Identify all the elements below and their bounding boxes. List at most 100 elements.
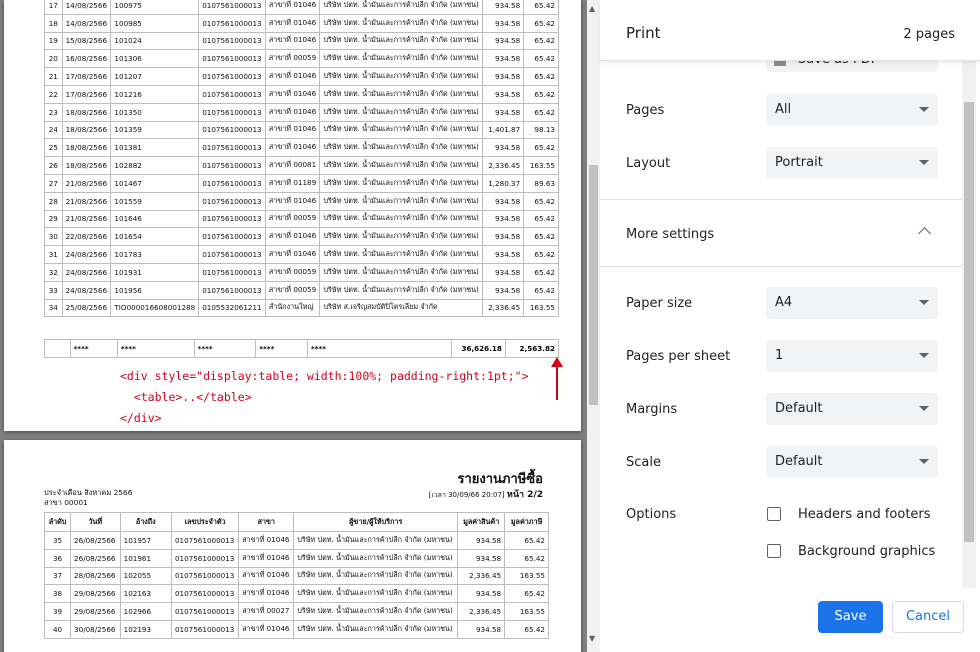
table-cell: 18/08/2566 bbox=[61, 138, 112, 158]
table-cell: 0107561000013 bbox=[170, 602, 240, 621]
dropdown-caret-icon bbox=[919, 300, 929, 305]
table-cell: บริษัท ปตท. น้ำมันและการค้าปลีก จำกัด (ม… bbox=[319, 13, 484, 33]
table-row: 24 18/08/2566 101359 0107561000013 สาขาที่ 0… bbox=[44, 120, 559, 140]
dropdown-caret-icon bbox=[919, 406, 929, 411]
dropdown-caret-icon bbox=[919, 160, 929, 165]
preview-scroll-thumb[interactable] bbox=[589, 165, 598, 405]
table-cell: 934.58 bbox=[457, 584, 506, 604]
table-cell: 934.58 bbox=[482, 191, 525, 211]
table-cell: 0107561000013 bbox=[170, 619, 240, 639]
scroll-down-icon[interactable]: ▼ bbox=[589, 634, 595, 643]
table-cell: 18/08/2566 bbox=[61, 120, 112, 140]
table-cell: 1,280.37 bbox=[482, 173, 525, 193]
table-cell: 29 bbox=[44, 209, 63, 229]
table-cell: 34 bbox=[44, 298, 63, 318]
total-cell: **** bbox=[116, 339, 195, 358]
table-cell: บริษัท ปตท. น้ำมันและการค้าปลีก จำกัด (ม… bbox=[319, 245, 484, 264]
pages-label: Pages bbox=[626, 103, 665, 118]
table-row: 21 17/08/2566 101207 0107561000013 สาขาที่ 0… bbox=[44, 67, 559, 86]
background-graphics-label[interactable]: Background graphics bbox=[798, 544, 935, 559]
settings-scroll-thumb[interactable] bbox=[964, 102, 974, 542]
cancel-button[interactable]: Cancel bbox=[892, 601, 964, 633]
table-cell: บริษัท ปตท. น้ำมันและการค้าปลีก จำกัด (ม… bbox=[319, 0, 484, 15]
dropdown-caret-icon bbox=[919, 107, 929, 112]
table-cell: 18/08/2566 bbox=[61, 156, 112, 175]
preview-scrollbar[interactable]: ▲ ▼ bbox=[587, 0, 600, 652]
table-cell: 101646 bbox=[110, 209, 200, 229]
headers-footers-label[interactable]: Headers and footers bbox=[798, 507, 931, 522]
table-cell: 0107561000013 bbox=[198, 280, 266, 300]
margins-select[interactable]: Default bbox=[766, 393, 938, 425]
table-cell: 21/08/2566 bbox=[61, 209, 112, 229]
scroll-up-icon[interactable]: ▲ bbox=[589, 4, 595, 13]
table-cell: 22/08/2566 bbox=[61, 227, 112, 247]
table-cell: บริษัท ปตท. น้ำมันและการค้าปลีก จำกัด (ม… bbox=[319, 67, 484, 86]
table-cell: 934.58 bbox=[482, 227, 525, 247]
table-cell: บริษัท ปตท. น้ำมันและการค้าปลีก จำกัด (ม… bbox=[319, 120, 484, 140]
paper-size-value: A4 bbox=[775, 295, 793, 310]
table-cell: 14/08/2566 bbox=[61, 0, 112, 15]
paper-size-select[interactable]: A4 bbox=[766, 287, 938, 319]
table-cell: 101961 bbox=[119, 548, 172, 568]
table-cell: บริษัท ปตท. น้ำมันและการค้าปลีก จำกัด (ม… bbox=[293, 584, 459, 604]
table-cell: 101654 bbox=[110, 227, 200, 247]
table-cell: สาขาที่ 00059 bbox=[264, 209, 321, 229]
table-row: 27 21/08/2566 101467 0107561000013 สาขาที่ 0… bbox=[44, 173, 559, 193]
table-cell: สาขา bbox=[238, 512, 295, 532]
table-cell: 31 bbox=[44, 245, 63, 264]
table-cell: มูลค่าสินค้า bbox=[457, 512, 506, 532]
totals-row: **** **** **** **** **** 36,626.18 2,563.82 bbox=[44, 339, 560, 358]
settings-scrollbar[interactable] bbox=[962, 60, 976, 588]
table-cell: 934.58 bbox=[482, 262, 525, 282]
total-cell: **** bbox=[193, 339, 257, 358]
table-cell: 22 bbox=[44, 84, 63, 104]
save-button[interactable]: Save bbox=[818, 601, 883, 633]
table-header-row: ลำดับ วันที่ อ้างถึง เลขประจำตัว สาขา ผู้ขาย/… bbox=[43, 512, 549, 532]
table-cell: 0107561000013 bbox=[170, 566, 240, 586]
table-cell: 934.58 bbox=[482, 0, 525, 15]
table-row: 34 25/08/2566 TIO000016608001288 0105532061… bbox=[44, 298, 559, 318]
table-cell: สาขาที่ 01046 bbox=[264, 31, 321, 51]
table-row: 28 21/08/2566 101559 0107561000013 สาขาที่ 0… bbox=[44, 191, 559, 211]
table-cell: 163.55 bbox=[523, 298, 559, 318]
total-cell: 36,626.18 bbox=[451, 339, 506, 358]
table-row: 30 22/08/2566 101654 0107561000013 สาขาที่ 0… bbox=[44, 227, 559, 247]
table-cell: 65.42 bbox=[504, 531, 549, 550]
table-cell: 934.58 bbox=[482, 245, 525, 264]
table-row: 35 26/08/2566 101957 0107561000013 สาขาที่ 0… bbox=[43, 531, 549, 550]
table-cell: 934.58 bbox=[482, 49, 525, 69]
scale-value: Default bbox=[775, 454, 823, 469]
layout-select[interactable]: Portrait bbox=[766, 147, 938, 179]
preview-page-2: รายงานภาษีซื้อ ประจำเดือน สิงหาคม 2566 ส… bbox=[4, 440, 581, 652]
pages-per-sheet-select[interactable]: 1 bbox=[766, 340, 938, 372]
more-settings-toggle[interactable]: More settings bbox=[626, 227, 714, 242]
table-cell: สาขาที่ 01046 bbox=[264, 191, 321, 211]
table-cell: สาขาที่ 00059 bbox=[264, 262, 321, 282]
background-graphics-checkbox[interactable] bbox=[767, 544, 781, 558]
table-cell: เลขประจำตัว bbox=[170, 512, 240, 532]
table-cell: 163.55 bbox=[504, 566, 549, 586]
table-cell: สาขาที่ 00081 bbox=[264, 156, 321, 175]
table-cell: TIO000016608001288 bbox=[110, 298, 200, 318]
total-cell bbox=[44, 339, 71, 358]
table-cell: 38 bbox=[43, 584, 72, 604]
table-cell: 163.55 bbox=[504, 602, 549, 621]
table-cell: 101381 bbox=[110, 138, 200, 158]
table-cell: สาขาที่ 01046 bbox=[264, 245, 321, 264]
headers-footers-checkbox[interactable] bbox=[767, 507, 781, 521]
chevron-up-icon[interactable] bbox=[918, 227, 931, 240]
table-cell: บริษัท ปตท. น้ำมันและการค้าปลีก จำกัด (ม… bbox=[319, 138, 484, 158]
table-cell: 65.42 bbox=[523, 31, 559, 51]
table-cell: 17 bbox=[44, 0, 63, 15]
scale-select[interactable]: Default bbox=[766, 446, 938, 478]
pages-select[interactable]: All bbox=[766, 94, 938, 126]
table-cell: 14/08/2566 bbox=[61, 13, 112, 33]
table-cell: บริษัท ปตท. น้ำมันและการค้าปลีก จำกัด (ม… bbox=[319, 227, 484, 247]
paper-size-label: Paper size bbox=[626, 296, 693, 311]
table-cell: สาขาที่ 01189 bbox=[264, 173, 321, 193]
table-cell: บริษัท ปตท. น้ำมันและการค้าปลีก จำกัด (ม… bbox=[319, 31, 484, 51]
table-cell: 0107561000013 bbox=[198, 138, 266, 158]
table-cell: 26 bbox=[44, 156, 63, 175]
table-cell: 21/08/2566 bbox=[61, 173, 112, 193]
scale-label: Scale bbox=[626, 455, 661, 470]
